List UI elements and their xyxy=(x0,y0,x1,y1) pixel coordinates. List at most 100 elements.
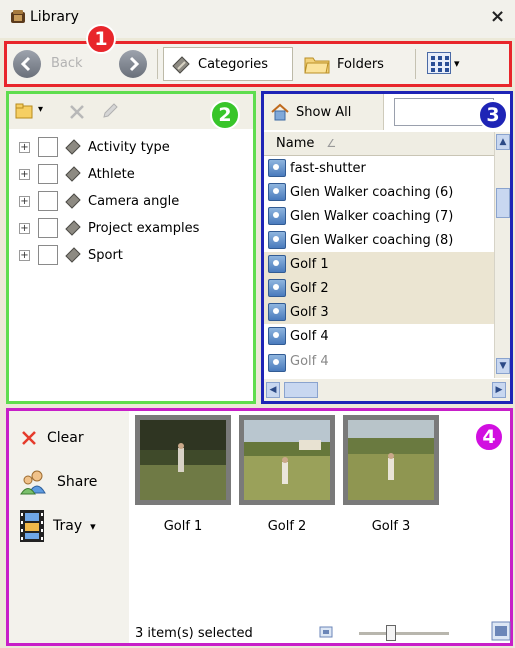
category-checkbox[interactable] xyxy=(38,164,58,184)
forward-button[interactable] xyxy=(119,50,147,78)
close-icon xyxy=(22,431,36,445)
new-category-icon[interactable] xyxy=(15,102,35,120)
video-file-icon xyxy=(268,159,286,177)
golf-video-thumbnail xyxy=(348,420,434,500)
scrollbar-thumb[interactable] xyxy=(496,188,510,218)
list-item[interactable]: Glen Walker coaching (7) xyxy=(264,204,494,228)
expand-icon[interactable]: + xyxy=(19,222,30,234)
tray-thumbnail[interactable] xyxy=(239,415,335,505)
chevron-down-icon[interactable]: ▾ xyxy=(38,104,43,115)
expand-icon[interactable]: + xyxy=(19,168,30,180)
scroll-left-icon[interactable]: ◀ xyxy=(266,382,280,398)
clear-button[interactable]: Clear xyxy=(19,423,84,453)
library-icon xyxy=(11,10,25,23)
zoom-slider[interactable] xyxy=(359,632,449,635)
selection-count: 3 item(s) selected xyxy=(135,625,253,641)
tree-item-activity-type[interactable]: + Activity type xyxy=(19,134,170,160)
scrollbar-thumb[interactable] xyxy=(284,382,318,398)
tree-item-sport[interactable]: + Sport xyxy=(19,242,123,268)
back-button[interactable] xyxy=(13,50,41,78)
list-item-label: Golf 1 xyxy=(290,256,329,272)
tray-dropdown-button[interactable]: Tray ▾ xyxy=(19,510,96,542)
expand-icon[interactable]: + xyxy=(19,249,30,261)
list-item-selected[interactable]: Golf 1 xyxy=(264,252,494,276)
share-label: Share xyxy=(57,474,98,490)
video-file-icon xyxy=(268,327,286,345)
tree-item-camera-angle[interactable]: + Camera angle xyxy=(19,188,179,214)
vertical-scrollbar[interactable]: ▲ ▼ xyxy=(494,132,510,378)
category-checkbox[interactable] xyxy=(38,245,58,265)
column-header-label: Name xyxy=(276,136,315,151)
toolbar-separator xyxy=(415,49,416,79)
thumbnail-label: Golf 2 xyxy=(267,519,307,534)
folders-button[interactable]: Folders xyxy=(297,47,409,81)
thumbnail-label: Golf 3 xyxy=(371,519,411,534)
delete-icon[interactable] xyxy=(69,104,85,120)
list-item-selected[interactable]: Golf 2 xyxy=(264,276,494,300)
navigation-toolbar: Back Categories Folders ▾ xyxy=(4,41,512,87)
toolbar-separator xyxy=(157,49,158,79)
forward-arrow-icon xyxy=(129,56,140,72)
golf-video-thumbnail xyxy=(140,420,226,500)
list-item[interactable]: Glen Walker coaching (8) xyxy=(264,228,494,252)
back-arrow-icon xyxy=(20,56,31,72)
tree-item-athlete[interactable]: + Athlete xyxy=(19,161,135,187)
small-thumbnail-icon[interactable] xyxy=(319,626,333,638)
category-checkbox[interactable] xyxy=(38,191,58,211)
list-item-label: Golf 4 xyxy=(290,354,329,369)
list-item-label: Golf 4 xyxy=(290,328,329,344)
expand-icon[interactable]: + xyxy=(19,195,30,207)
categories-button[interactable]: Categories xyxy=(163,47,293,81)
video-file-icon xyxy=(268,354,286,372)
large-thumbnail-icon[interactable] xyxy=(491,621,511,641)
thumbnail-label: Golf 1 xyxy=(163,519,203,534)
list-item[interactable]: Glen Walker coaching (6) xyxy=(264,180,494,204)
chevron-down-icon: ▾ xyxy=(90,519,96,533)
tray-label: Tray xyxy=(53,518,83,534)
scroll-down-icon[interactable]: ▼ xyxy=(496,358,510,374)
column-header-name[interactable]: Name ∠ xyxy=(264,132,494,156)
tray-thumbnail[interactable] xyxy=(343,415,439,505)
list-item[interactable]: Golf 4 xyxy=(264,324,494,348)
title-bar: Library × xyxy=(0,0,515,38)
category-tag-icon xyxy=(65,166,81,182)
show-all-button[interactable]: Show All xyxy=(264,94,384,130)
list-item[interactable]: Golf 4 xyxy=(264,348,494,378)
window-title: Library xyxy=(30,9,79,25)
pencil-icon[interactable] xyxy=(101,102,119,120)
tray-actions: Clear Share Tray ▾ xyxy=(9,411,129,643)
scroll-right-icon[interactable]: ▶ xyxy=(492,382,506,398)
folder-icon xyxy=(304,57,330,74)
callout-badge-4: 4 xyxy=(474,422,504,452)
category-checkbox[interactable] xyxy=(38,218,58,238)
category-tag-icon xyxy=(65,220,81,236)
view-mode-button[interactable]: ▾ xyxy=(427,49,473,77)
list-item-selected[interactable]: Golf 3 xyxy=(264,300,494,324)
zoom-slider-handle[interactable] xyxy=(385,625,396,641)
tray-thumbnail[interactable] xyxy=(135,415,231,505)
list-item-label: Glen Walker coaching (7) xyxy=(290,208,454,224)
list-item-label: Golf 3 xyxy=(290,304,329,320)
horizontal-scrollbar[interactable]: ◀ ▶ xyxy=(264,379,510,401)
tree-item-label: Camera angle xyxy=(88,193,180,209)
tree-item-project-examples[interactable]: + Project examples xyxy=(19,215,199,241)
back-label: Back xyxy=(51,56,83,71)
category-tag-icon xyxy=(65,139,81,155)
expand-icon[interactable]: + xyxy=(19,141,30,153)
category-checkbox[interactable] xyxy=(38,137,58,157)
list-item-label: Golf 2 xyxy=(290,280,329,296)
list-item[interactable]: fast-shutter xyxy=(264,156,494,180)
film-strip-icon xyxy=(20,510,44,542)
golf-video-thumbnail xyxy=(244,420,330,500)
sort-indicator-icon: ∠ xyxy=(326,137,337,150)
show-all-label: Show All xyxy=(296,104,352,120)
tray-panel: Clear Share Tray ▾ Golf 1 Golf 2 Golf 3 … xyxy=(6,408,513,646)
share-button[interactable]: Share xyxy=(19,467,97,497)
callout-badge-3: 3 xyxy=(478,100,508,130)
categories-icon xyxy=(172,56,190,74)
video-file-icon xyxy=(268,279,286,297)
category-tag-icon xyxy=(65,247,81,263)
scroll-up-icon[interactable]: ▲ xyxy=(496,134,510,150)
categories-panel: ▾ + Activity type + Athlete + Camera ang… xyxy=(6,91,256,404)
close-icon[interactable]: × xyxy=(490,6,505,27)
